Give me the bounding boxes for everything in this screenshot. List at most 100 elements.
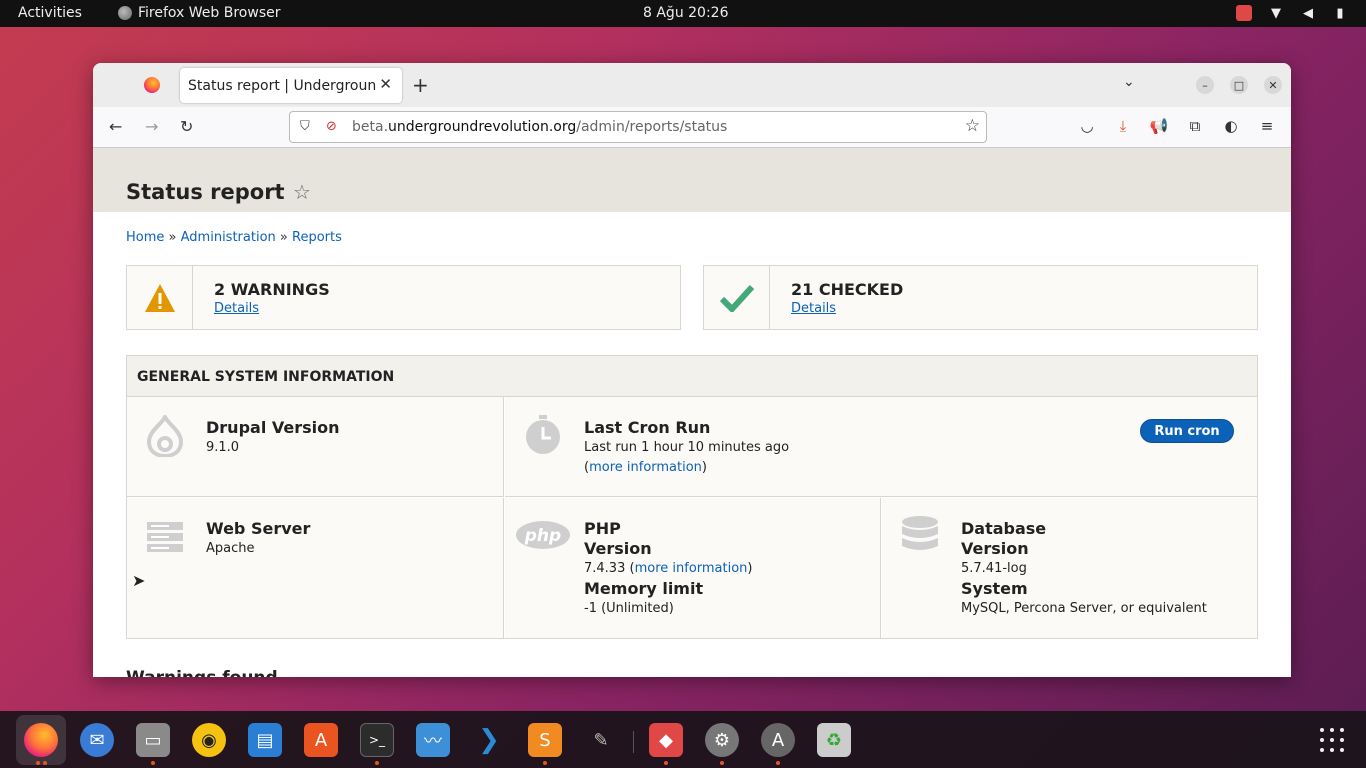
bookmark-star-icon[interactable]: ☆: [965, 116, 980, 136]
breadcrumb-reports[interactable]: Reports: [292, 230, 342, 245]
navigation-toolbar: ← → ↻ ⛉ ⊘ beta.undergroundrevolution.org…: [93, 107, 1291, 148]
close-window-button[interactable]: ✕: [1264, 76, 1282, 94]
writer-dock-icon[interactable]: ▤: [248, 723, 282, 757]
running-indicator: [375, 761, 379, 765]
database-system-value: MySQL, Percona Server, or equivalent: [961, 601, 1207, 616]
firefox-dock-icon[interactable]: [24, 723, 58, 757]
run-cron-button[interactable]: Run cron: [1140, 419, 1234, 443]
files-dock-icon[interactable]: ▭: [136, 723, 170, 757]
show-applications-icon[interactable]: [1320, 728, 1344, 752]
pocket-icon[interactable]: ◡: [1077, 117, 1097, 135]
shortcut-star-icon[interactable]: ☆: [293, 180, 311, 204]
list-tabs-chevron-down-icon[interactable]: ⌄: [1123, 74, 1135, 90]
checked-details-link[interactable]: Details: [791, 301, 836, 316]
back-button[interactable]: ←: [109, 117, 122, 136]
reload-button[interactable]: ↻: [180, 117, 193, 136]
extensions-icon[interactable]: ⧉: [1185, 117, 1205, 135]
gimp-dock-icon[interactable]: ✎: [584, 723, 618, 757]
php-logo-text: php: [524, 526, 561, 546]
vscode-dock-icon[interactable]: ❯: [472, 723, 506, 757]
menu-hamburger-icon[interactable]: ≡: [1257, 117, 1277, 135]
php-version-label: Version: [584, 539, 652, 558]
account-icon[interactable]: ◐: [1221, 117, 1241, 135]
shield-icon[interactable]: ⛉: [300, 119, 310, 134]
page-header: Status report ☆: [93, 148, 1291, 212]
tab-title: Status report | Underground: [188, 77, 376, 94]
server-icon: [147, 522, 183, 552]
database-title: Database: [961, 519, 1047, 538]
firefox-window: Status report | Underground ✕ + ⌄ – □ ✕ …: [93, 63, 1291, 677]
thunderbird-dock-icon[interactable]: ✉: [80, 723, 114, 757]
web-server-value: Apache: [206, 541, 255, 556]
database-icon: [902, 516, 938, 550]
system-monitor-dock-icon[interactable]: 〰: [416, 723, 450, 757]
breadcrumb-separator: »: [168, 230, 177, 245]
anydesk-tray-icon[interactable]: [1236, 5, 1252, 21]
running-indicator: [543, 761, 547, 765]
tab-bar: Status report | Underground ✕ + ⌄ – □ ✕: [93, 63, 1291, 107]
running-indicator: [776, 761, 780, 765]
running-indicator: [36, 761, 40, 765]
running-indicator: [720, 761, 724, 765]
megaphone-icon[interactable]: 📢: [1149, 117, 1169, 135]
minimize-button[interactable]: –: [1196, 76, 1214, 94]
maximize-button[interactable]: □: [1230, 76, 1248, 94]
warnings-count: 2 WARNINGS: [214, 280, 330, 299]
system-top-bar: Activities Firefox Web Browser 8 Ağu 20:…: [0, 0, 1366, 27]
software-updater-dock-icon[interactable]: A: [761, 723, 795, 757]
breadcrumb-administration[interactable]: Administration: [181, 230, 276, 245]
cron-more-info: (more information): [584, 460, 707, 475]
web-server-title: Web Server: [206, 519, 311, 538]
running-indicator: [43, 761, 47, 765]
general-heading: GENERAL SYSTEM INFORMATION: [127, 356, 1257, 397]
page-title: Status report: [126, 180, 285, 204]
insecure-lock-icon[interactable]: ⊘: [326, 119, 337, 134]
app-menu[interactable]: Firefox Web Browser: [118, 5, 281, 21]
firefox-logo-icon: [144, 77, 160, 93]
last-cron-text: Last run 1 hour 10 minutes ago: [584, 440, 790, 455]
php-title: PHP: [584, 519, 621, 538]
check-icon: [719, 284, 754, 312]
cron-more-info-link[interactable]: more information: [589, 460, 702, 475]
activities-button[interactable]: Activities: [18, 5, 82, 21]
php-memory-value: -1 (Unlimited): [584, 601, 674, 616]
general-heading-text: GENERAL SYSTEM INFORMATION: [137, 369, 395, 385]
php-cell: php PHP Version 7.4.33 (more information…: [505, 498, 881, 638]
warnings-details-link[interactable]: Details: [214, 301, 259, 316]
php-version-value: 7.4.33 (more information): [584, 561, 753, 576]
general-system-information: GENERAL SYSTEM INFORMATION Drupal Versio…: [126, 355, 1258, 639]
system-tray[interactable]: ▼ ◀ ▮: [1236, 5, 1348, 21]
warning-icon: [144, 283, 175, 312]
tab-status-report[interactable]: Status report | Underground ✕: [180, 68, 402, 103]
web-server-cell: Web Server Apache: [127, 498, 504, 638]
last-cron-cell: Last Cron Run Last run 1 hour 10 minutes…: [505, 397, 1257, 497]
url-text[interactable]: beta.undergroundrevolution.org/admin/rep…: [352, 119, 727, 135]
clock[interactable]: 8 Ağu 20:26: [643, 5, 729, 21]
database-cell: Database Version 5.7.41-log System MySQL…: [882, 498, 1257, 638]
drupal-version-cell: Drupal Version 9.1.0: [127, 397, 504, 497]
downloads-icon[interactable]: ⤓: [1113, 117, 1133, 135]
php-memory-label: Memory limit: [584, 579, 704, 598]
forward-button[interactable]: →: [145, 117, 158, 136]
php-more-info-link[interactable]: more information: [635, 561, 748, 576]
mouse-cursor-icon: ➤: [132, 571, 146, 590]
breadcrumb: Home » Administration » Reports: [126, 230, 342, 245]
trash-dock-icon[interactable]: ♻: [817, 723, 851, 757]
rhythmbox-dock-icon[interactable]: ◉: [192, 723, 226, 757]
clock-icon: [526, 415, 560, 454]
software-dock-icon[interactable]: A: [304, 723, 338, 757]
running-indicator: [664, 761, 668, 765]
settings-dock-icon[interactable]: ⚙: [705, 723, 739, 757]
checked-summary: 21 CHECKED Details: [703, 265, 1258, 330]
drupal-drop-icon: [147, 415, 183, 457]
sublime-dock-icon[interactable]: S: [528, 723, 562, 757]
close-tab-icon[interactable]: ✕: [379, 75, 392, 93]
dock-separator: [633, 731, 634, 753]
new-tab-button[interactable]: +: [412, 73, 429, 97]
last-cron-title: Last Cron Run: [584, 418, 711, 437]
anydesk-dock-icon[interactable]: ◆: [649, 723, 683, 757]
dock: ✉ ▭ ◉ ▤ A >_ 〰 ❯ S ✎ ◆ ⚙ A ♻: [0, 711, 1366, 768]
terminal-dock-icon[interactable]: >_: [360, 723, 394, 757]
url-bar[interactable]: ⛉ ⊘ beta.undergroundrevolution.org/admin…: [289, 111, 987, 143]
breadcrumb-home[interactable]: Home: [126, 230, 164, 245]
